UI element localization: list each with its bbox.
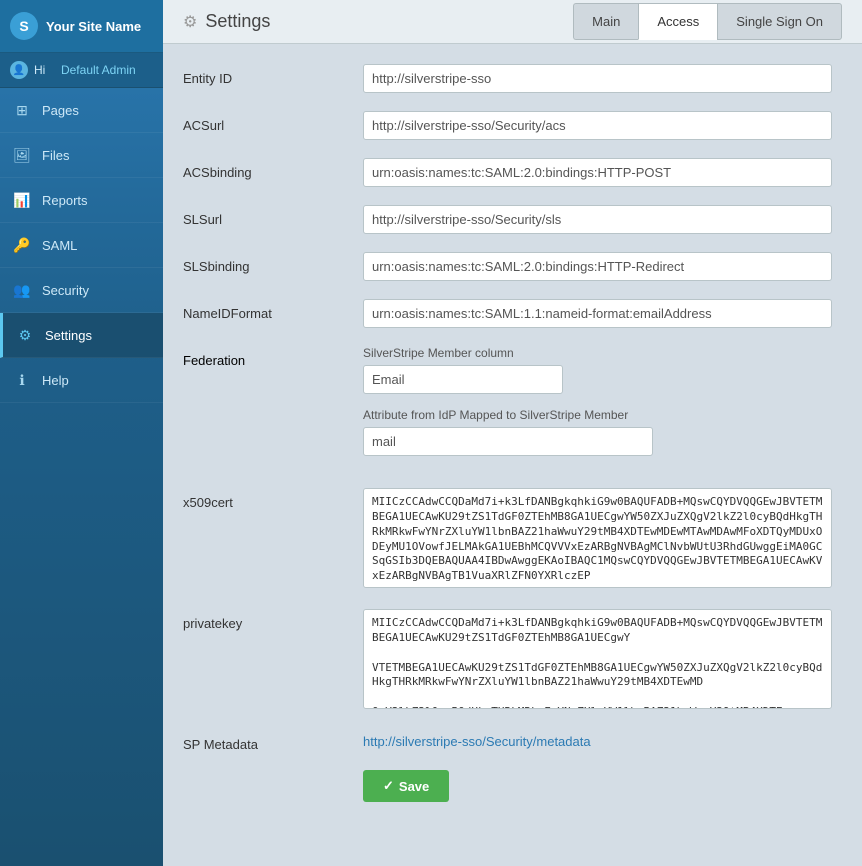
x509cert-label: x509cert [183,488,363,510]
sidebar-user: 👤 Hi Default Admin [0,53,163,88]
sp-metadata-label: SP Metadata [183,730,363,752]
entity-id-label: Entity ID [183,64,363,86]
save-row: ✓ Save [183,770,832,802]
sidebar-item-label-settings: Settings [45,328,92,343]
nameid-format-input[interactable] [363,299,832,328]
sidebar-item-security[interactable]: 👥 Security [0,268,163,313]
tab-single-sign-on[interactable]: Single Sign On [717,3,842,40]
entity-id-row: Entity ID [183,64,832,93]
privatekey-input[interactable]: MIICzCCAdwCCQDaMd7i+k3LfDANBgkqhkiG9w0BA… [363,609,832,709]
header-tabs: Main Access Single Sign On [573,3,842,40]
federation-right: SilverStripe Member column Attribute fro… [363,346,832,470]
page-title: Settings [205,11,573,32]
sls-binding-row: SLSbinding [183,252,832,281]
user-link[interactable]: Default Admin [61,63,136,77]
sidebar-item-label-security: Security [42,283,89,298]
sp-metadata-link[interactable]: http://silverstripe-sso/Security/metadat… [363,734,591,749]
help-icon: ℹ [12,370,32,390]
nameid-format-label: NameIDFormat [183,299,363,321]
pages-icon: ⊞ [12,100,32,120]
federation-row: Federation SilverStripe Member column At… [183,346,832,470]
federation-section: Federation SilverStripe Member column At… [183,346,832,470]
sidebar-item-pages[interactable]: ⊞ Pages [0,88,163,133]
sidebar-item-help[interactable]: ℹ Help [0,358,163,403]
sidebar-item-files[interactable]: 🖼 Files [0,133,163,178]
reports-icon: 📊 [12,190,32,210]
sls-url-label: SLSurl [183,205,363,227]
privatekey-label: privatekey [183,609,363,631]
sidebar: S Your Site Name 👤 Hi Default Admin ⊞ Pa… [0,0,163,866]
sidebar-item-saml[interactable]: 🔑 SAML [0,223,163,268]
sp-metadata-row: SP Metadata http://silverstripe-sso/Secu… [183,730,832,752]
acs-binding-row: ACSbinding [183,158,832,187]
files-icon: 🖼 [12,145,32,165]
x509cert-row: x509cert MIICzCCAdwCCQDaMd7i+k3LfDANBgkq… [183,488,832,591]
sidebar-item-label-pages: Pages [42,103,79,118]
sidebar-item-label-reports: Reports [42,193,88,208]
idp-mapped-input[interactable] [363,427,653,456]
acs-binding-input[interactable] [363,158,832,187]
acs-url-input[interactable] [363,111,832,140]
site-name: Your Site Name [46,19,141,34]
sidebar-item-label-saml: SAML [42,238,77,253]
privatekey-wrapper: MIICzCCAdwCCQDaMd7i+k3LfDANBgkqhkiG9w0BA… [363,609,832,712]
logo-icon: S [10,12,38,40]
x509cert-input[interactable]: MIICzCCAdwCCQDaMd7i+k3LfDANBgkqhkiG9w0BA… [363,488,832,588]
sidebar-nav: ⊞ Pages 🖼 Files 📊 Reports 🔑 SAML 👥 Secur… [0,88,163,866]
sidebar-logo[interactable]: S Your Site Name [0,0,163,53]
member-column-label: SilverStripe Member column [363,346,832,360]
page-header: ⚙ Settings Main Access Single Sign On [163,0,862,44]
member-column-input[interactable] [363,365,563,394]
settings-icon: ⚙ [15,325,35,345]
sls-url-row: SLSurl [183,205,832,234]
privatekey-row: privatekey MIICzCCAdwCCQDaMd7i+k3LfDANBg… [183,609,832,712]
sidebar-item-label-files: Files [42,148,69,163]
nameid-format-row: NameIDFormat [183,299,832,328]
x509cert-wrapper: MIICzCCAdwCCQDaMd7i+k3LfDANBgkqhkiG9w0BA… [363,488,832,591]
main-panel: ⚙ Settings Main Access Single Sign On En… [163,0,862,866]
security-icon: 👥 [12,280,32,300]
sls-binding-label: SLSbinding [183,252,363,274]
sidebar-item-reports[interactable]: 📊 Reports [0,178,163,223]
save-button[interactable]: ✓ Save [363,770,449,802]
sidebar-item-label-help: Help [42,373,69,388]
acs-url-label: ACSurl [183,111,363,133]
acs-binding-label: ACSbinding [183,158,363,180]
tab-access[interactable]: Access [638,3,717,40]
sls-binding-input[interactable] [363,252,832,281]
idp-mapped-label: Attribute from IdP Mapped to SilverStrip… [363,408,832,422]
sidebar-item-settings[interactable]: ⚙ Settings [0,313,163,358]
save-label: Save [399,779,429,794]
sls-url-input[interactable] [363,205,832,234]
acs-url-row: ACSurl [183,111,832,140]
user-prefix: Hi [34,63,45,77]
save-icon: ✓ [383,778,394,794]
user-icon: 👤 [10,61,28,79]
tab-main[interactable]: Main [573,3,638,40]
settings-content: Entity ID ACSurl ACSbinding SLSurl SLSbi… [163,44,862,866]
federation-label: Federation [183,346,363,368]
entity-id-input[interactable] [363,64,832,93]
saml-icon: 🔑 [12,235,32,255]
header-settings-icon: ⚙ [183,12,197,32]
